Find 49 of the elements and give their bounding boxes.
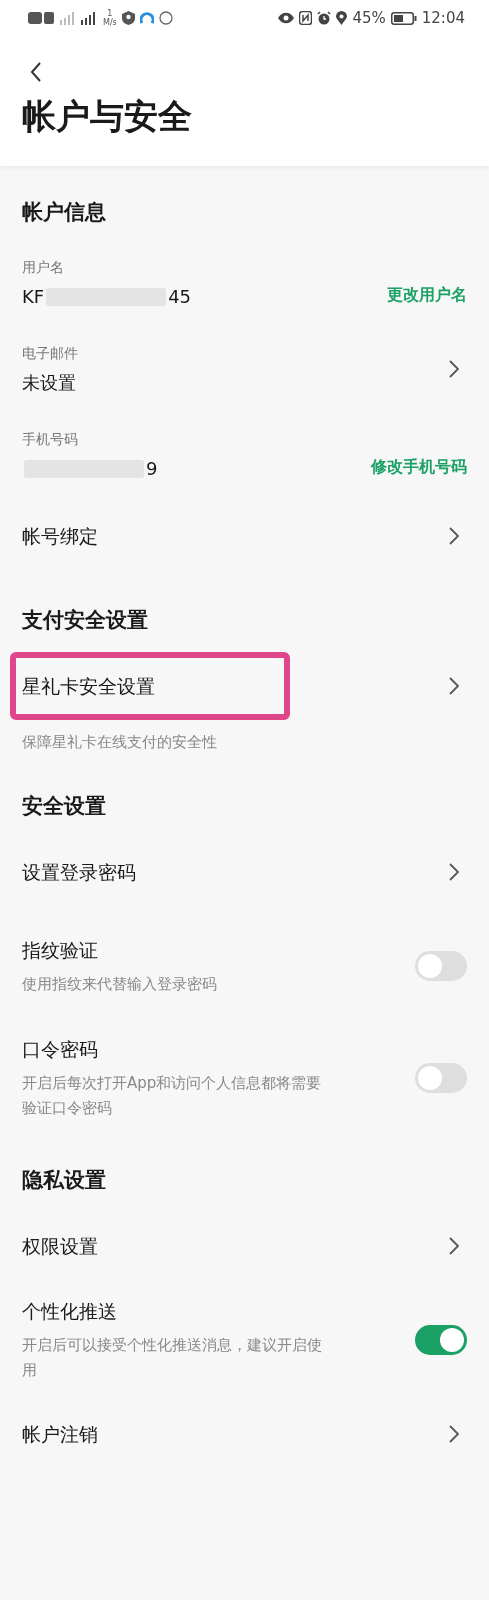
shield-icon: [121, 11, 135, 25]
setting-label: 个性化推送: [22, 1299, 118, 1324]
clock-time: 12:04: [421, 9, 465, 27]
hd-icon: [28, 12, 54, 24]
toggle-switch[interactable]: [415, 951, 467, 981]
setting-description: 使用指纹来代替输入登录密码: [22, 973, 217, 995]
setting-label[interactable]: 帐号绑定: [22, 522, 98, 550]
field-value: 9: [146, 457, 158, 481]
battery-percent: 45%: [352, 9, 386, 27]
field-label: 手机号码: [22, 430, 79, 449]
signal-icon: [59, 11, 75, 25]
section-title: 帐户信息: [22, 199, 107, 226]
field-label: 用户名: [22, 258, 65, 277]
circle-icon: [158, 11, 173, 25]
setting-description: 开启后每次打开App和访问个人信息都将需要验证口令密码: [22, 1073, 322, 1119]
chevron-icon: [449, 1425, 459, 1443]
section-title: 隐私设置: [22, 1167, 107, 1194]
speed-unit: M/s: [103, 18, 117, 27]
signal-icon: [80, 11, 98, 25]
section-title: 支付安全设置: [22, 607, 149, 634]
network-speed: 1: [107, 9, 113, 18]
back-icon: [30, 62, 42, 82]
chevron-icon: [449, 527, 459, 545]
alarm-icon: [317, 11, 332, 25]
setting-description: 开启后可以接受个性化推送消息，建议开启使用: [22, 1335, 322, 1381]
setting-label[interactable]: 权限设置: [22, 1232, 98, 1260]
setting-label[interactable]: 设置登录密码: [22, 858, 136, 886]
chevron-icon: [449, 1237, 459, 1255]
setting-description: 保障星礼卡在线支付的安全性: [22, 732, 217, 753]
setting-label[interactable]: 星礼卡安全设置: [22, 672, 155, 700]
page-title: 帐户与安全: [22, 95, 193, 138]
chevron-icon: [449, 360, 459, 378]
chevron-icon: [449, 677, 459, 695]
setting-label[interactable]: 帐户注销: [22, 1420, 98, 1448]
toggle-switch[interactable]: [415, 1063, 467, 1093]
field-value: 45: [168, 285, 192, 309]
setting-label: 口令密码: [22, 1037, 99, 1062]
chevron-icon: [449, 863, 459, 881]
toggle-switch[interactable]: [415, 1325, 467, 1355]
eye-icon: [278, 12, 295, 24]
section-title: 安全设置: [22, 793, 107, 820]
field-label: 电子邮件: [22, 344, 78, 363]
arc-icon: [139, 11, 154, 25]
field-value: 未设置: [22, 371, 76, 395]
location-icon: [336, 11, 348, 25]
field-value: KF: [22, 285, 45, 309]
battery-icon: [390, 11, 417, 25]
nfc-icon: [299, 11, 313, 25]
setting-label: 指纹验证: [22, 937, 99, 963]
